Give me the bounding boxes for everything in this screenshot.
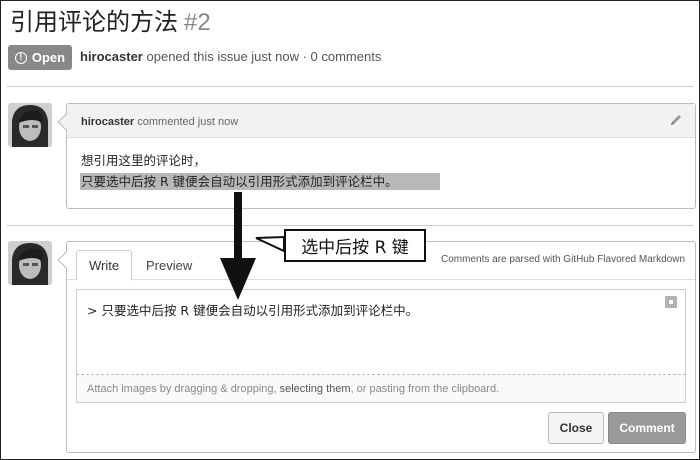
comment-author-link[interactable]: hirocaster — [81, 116, 134, 128]
attach-suffix: , or pasting from the clipboard. — [350, 383, 500, 395]
issue-title-text: 引用评论的方法 — [10, 8, 178, 36]
comment-body: 想引用这里的评论时， 只要选中后按 R 键便会自动以引用形式添加到评论栏中。 — [80, 150, 440, 192]
avatar[interactable] — [8, 103, 52, 147]
close-issue-button[interactable]: Close — [548, 412, 604, 444]
status-badge: ! Open — [8, 45, 72, 70]
attach-images-hint[interactable]: Attach images by dragging & dropping, se… — [76, 375, 686, 403]
markdown-note[interactable]: Comments are parsed with GitHub Flavored… — [441, 254, 685, 265]
pencil-icon[interactable] — [669, 113, 683, 127]
status-label: Open — [31, 50, 66, 65]
new-comment-form: Write Preview Comments are parsed with G… — [57, 241, 696, 453]
comment-button[interactable]: Comment — [608, 412, 686, 444]
comment-textarea[interactable]: > 只要选中后按 R 键便会自动以引用形式添加到评论栏中。 — [76, 289, 686, 375]
comment-line-1: 想引用这里的评论时， — [81, 153, 207, 168]
selected-comment-text[interactable]: 只要选中后按 R 键便会自动以引用形式添加到评论栏中。 — [80, 173, 440, 190]
textarea-value: > 只要选中后按 R 键便会自动以引用形式添加到评论栏中。 — [87, 303, 419, 318]
issue-number: #2 — [184, 9, 211, 36]
issue-title: 引用评论的方法 #2 — [10, 2, 211, 37]
tab-write[interactable]: Write — [76, 250, 133, 281]
comment-action: commented just now — [137, 116, 239, 128]
select-files-link[interactable]: selecting them — [280, 383, 351, 395]
fullscreen-icon[interactable] — [665, 296, 677, 308]
tab-preview[interactable]: Preview — [134, 250, 204, 281]
attach-prefix: Attach images by dragging & dropping, — [87, 383, 280, 395]
info-circle-icon: ! — [14, 51, 27, 64]
header-divider — [7, 86, 693, 87]
comment-header: hirocaster commented just now — [67, 104, 695, 138]
issue-meta-text: opened this issue just now · 0 comments — [146, 49, 382, 64]
comment-card: hirocaster commented just now 想引用这里的评论时，… — [57, 103, 696, 209]
comment-divider — [7, 225, 693, 226]
comment-meta: hirocaster commented just now — [81, 116, 238, 128]
avatar[interactable] — [8, 241, 52, 285]
issue-meta: hirocaster opened this issue just now · … — [80, 49, 381, 64]
annotation-callout: 选中后按 R 键 — [284, 229, 426, 262]
issue-author-link[interactable]: hirocaster — [80, 49, 143, 64]
